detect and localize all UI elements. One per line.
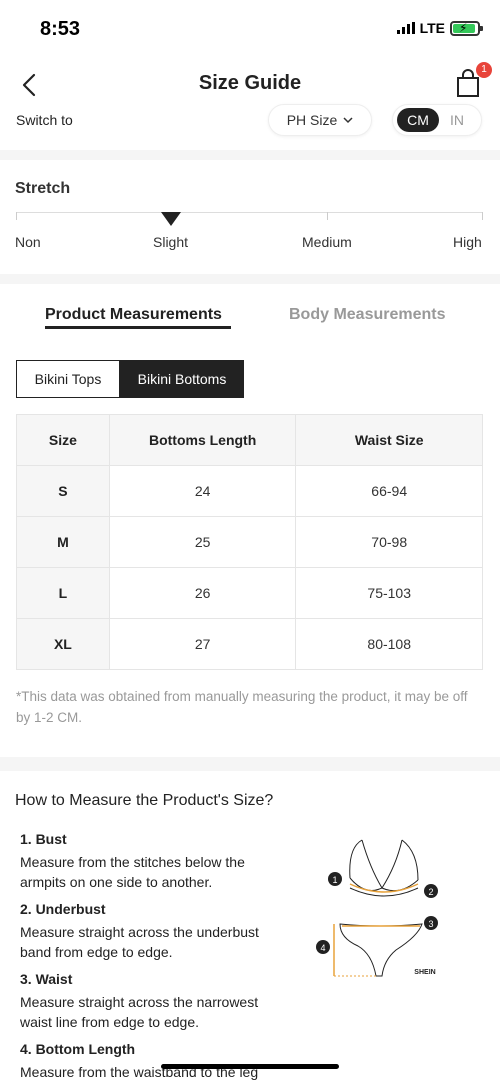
stretch-tick xyxy=(327,212,328,220)
table-header: Bottoms Length xyxy=(108,414,297,466)
segment-bikini-tops[interactable]: Bikini Tops xyxy=(16,360,120,398)
diagram-number: 2 xyxy=(428,887,433,897)
table-cell: 70-98 xyxy=(295,516,483,568)
tab-underline xyxy=(45,326,231,329)
tab-product-measurements[interactable]: Product Measurements xyxy=(45,306,222,324)
network-label: LTE xyxy=(419,20,445,36)
table-cell: 75-103 xyxy=(295,567,483,619)
chevron-down-icon xyxy=(343,117,353,124)
table-cell: 80-108 xyxy=(295,618,483,670)
home-indicator xyxy=(161,1064,339,1069)
table-cell: 66-94 xyxy=(295,465,483,517)
size-system-value: PH Size xyxy=(286,112,338,128)
table-cell: 27 xyxy=(108,618,297,670)
measure-underbust-heading: 2. Underbust xyxy=(20,901,106,917)
measure-underbust-desc: Measure straight across the underbust ba… xyxy=(20,924,259,960)
unit-in-option[interactable]: IN xyxy=(439,112,475,128)
table-header-row: Size Bottoms Length Waist Size xyxy=(16,414,483,466)
size-cell: M xyxy=(16,516,110,568)
status-time: 8:53 xyxy=(40,18,81,40)
switch-label: Switch to xyxy=(16,112,73,128)
table-header: Size xyxy=(16,414,110,466)
size-cell: S xyxy=(16,465,110,517)
measure-waist-desc: Measure straight across the narrowest wa… xyxy=(20,994,259,1030)
measure-bust-heading: 1. Bust xyxy=(20,831,67,847)
diagram-number: 4 xyxy=(320,943,325,953)
table-row: S 24 66-94 xyxy=(16,465,483,517)
table-header: Waist Size xyxy=(295,414,483,466)
bikini-diagram: 1 2 3 4 SHEIN xyxy=(316,839,438,977)
status-bar: 8:53 LTE ⚡ xyxy=(0,0,500,60)
stretch-level-medium: Medium xyxy=(302,234,352,250)
cart-badge: 1 xyxy=(476,62,492,78)
stretch-scale-line xyxy=(16,212,483,213)
signal-icon xyxy=(396,22,415,34)
stretch-tick xyxy=(16,212,17,220)
switch-row: Switch to PH Size CM IN xyxy=(0,103,500,143)
stretch-title: Stretch xyxy=(15,180,71,197)
table-row: M 25 70-98 xyxy=(16,516,483,568)
tab-body-measurements[interactable]: Body Measurements xyxy=(289,306,446,324)
stretch-level-non: Non xyxy=(15,234,41,250)
measure-waist-heading: 3. Waist xyxy=(20,971,73,987)
divider xyxy=(0,274,500,284)
unit-toggle: CM IN xyxy=(392,104,482,136)
status-indicators: LTE ⚡ xyxy=(396,20,483,36)
stretch-tick xyxy=(482,212,483,220)
size-table: Size Bottoms Length Waist Size S 24 66-9… xyxy=(16,414,483,670)
segment-bikini-bottoms[interactable]: Bikini Bottoms xyxy=(120,360,244,398)
diagram-number: 3 xyxy=(428,919,433,929)
table-cell: 25 xyxy=(108,516,297,568)
stretch-level-slight: Slight xyxy=(153,234,189,250)
diagram-number: 1 xyxy=(332,875,337,885)
table-row: L 26 75-103 xyxy=(16,567,483,619)
how-to-title: How to Measure the Product's Size? xyxy=(15,792,274,809)
measure-bust-desc: Measure from the stitches below the armp… xyxy=(20,854,245,890)
stretch-level-high: High xyxy=(453,234,482,250)
measure-bottom-length-heading: 4. Bottom Length xyxy=(20,1041,136,1057)
table-row: XL 27 80-108 xyxy=(16,618,483,670)
divider xyxy=(0,150,500,160)
measurement-note: *This data was obtained from manually me… xyxy=(16,689,468,725)
divider xyxy=(0,757,500,771)
size-system-select[interactable]: PH Size xyxy=(268,104,372,136)
table-cell: 24 xyxy=(108,465,297,517)
size-cell: XL xyxy=(16,618,110,670)
page-title: Size Guide xyxy=(198,72,302,94)
table-cell: 26 xyxy=(108,567,297,619)
unit-cm-option[interactable]: CM xyxy=(397,108,439,132)
battery-icon: ⚡ xyxy=(450,20,483,36)
size-cell: L xyxy=(16,567,110,619)
stretch-marker-icon xyxy=(161,212,181,226)
brand-label: SHEIN xyxy=(414,969,435,976)
